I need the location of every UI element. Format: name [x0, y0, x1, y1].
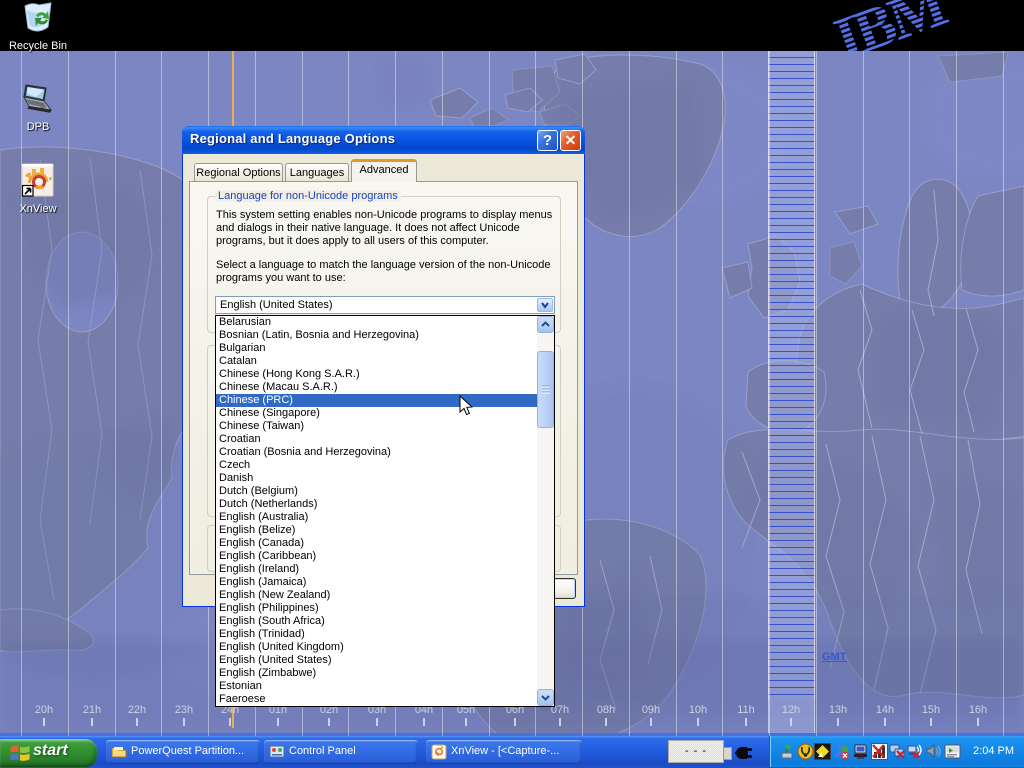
svg-text:IBM: IBM — [826, 0, 954, 51]
